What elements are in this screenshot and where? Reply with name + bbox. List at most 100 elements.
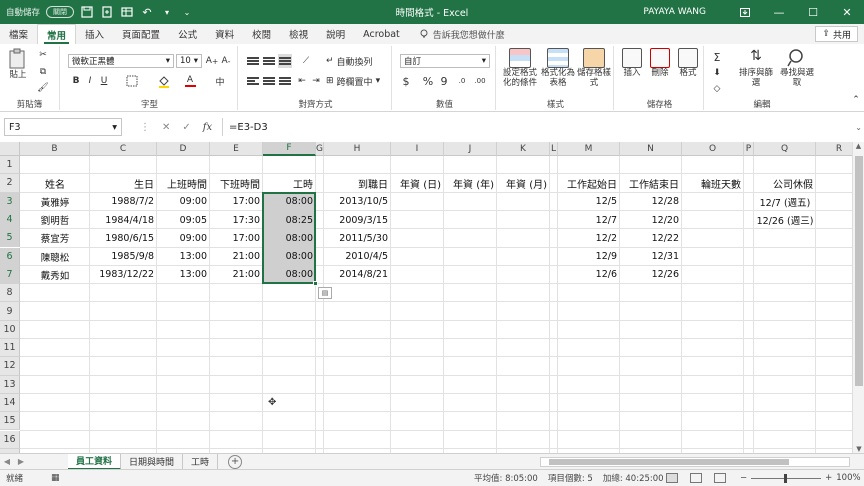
- cell-e3[interactable]: 17:00: [210, 193, 263, 211]
- find-select-button[interactable]: 尋找與選取: [778, 48, 816, 88]
- scroll-up-icon[interactable]: ▲: [853, 142, 864, 150]
- select-all-corner[interactable]: [0, 142, 20, 156]
- tab-help[interactable]: 說明: [317, 24, 354, 44]
- formula-input[interactable]: =E3-D3: [222, 118, 856, 136]
- italic-button[interactable]: I: [84, 74, 96, 88]
- paste-button[interactable]: 貼上: [6, 48, 30, 80]
- merge-center-button[interactable]: ⊞ 跨欄置中 ▾: [326, 74, 390, 88]
- zoom-in-icon[interactable]: +: [825, 473, 832, 483]
- borders-icon[interactable]: [124, 74, 140, 88]
- sheet-tab-hours[interactable]: 工時: [183, 453, 219, 470]
- header-cell-b[interactable]: 姓名: [20, 174, 90, 192]
- tab-insert[interactable]: 插入: [76, 24, 113, 44]
- cell-h5[interactable]: 2011/5/30: [324, 229, 391, 247]
- cell-m7[interactable]: 12/6: [558, 266, 620, 284]
- column-header-g[interactable]: G: [316, 142, 324, 156]
- cell-d6[interactable]: 13:00: [157, 248, 210, 266]
- row-header-10[interactable]: 10: [0, 320, 20, 339]
- expand-formula-icon[interactable]: ⌄: [855, 123, 862, 132]
- cell-m3[interactable]: 12/5: [558, 193, 620, 211]
- cell-q3[interactable]: 12/7 (週五): [754, 193, 816, 211]
- user-name[interactable]: PAYAYA WANG: [643, 7, 706, 17]
- column-header-e[interactable]: E: [210, 142, 263, 156]
- tab-review[interactable]: 校閱: [243, 24, 280, 44]
- tab-data[interactable]: 資料: [206, 24, 243, 44]
- cell-m5[interactable]: 12/2: [558, 229, 620, 247]
- page-layout-view-icon[interactable]: [690, 473, 702, 483]
- ribbon-display-icon[interactable]: [728, 0, 762, 24]
- cell-h3[interactable]: 2013/10/5: [324, 193, 391, 211]
- conditional-format-button[interactable]: 設定格式化的條件: [500, 48, 540, 88]
- customize-toolbar-icon[interactable]: ⌄: [180, 5, 194, 19]
- cell-e5[interactable]: 17:00: [210, 229, 263, 247]
- column-header-d[interactable]: D: [157, 142, 210, 156]
- align-right-icon[interactable]: [278, 74, 292, 88]
- zoom-slider[interactable]: [751, 473, 822, 483]
- delete-cells-button[interactable]: 刪除: [646, 48, 674, 78]
- cell-b6[interactable]: 陳聰松: [20, 248, 90, 266]
- worksheet-grid[interactable]: B C D E F G H I J K L M N O P Q R 1 2 3 4 5 6 7 8 9 10 11 12 13 14 15 16…: [0, 142, 864, 453]
- close-icon[interactable]: ✕: [830, 0, 864, 24]
- redo-icon[interactable]: ▾: [160, 5, 174, 19]
- share-button[interactable]: ⇪ 共用: [815, 26, 858, 42]
- next-sheet-icon[interactable]: ▶: [14, 457, 28, 466]
- column-header-f[interactable]: F: [263, 142, 316, 156]
- cell-c4[interactable]: 1984/4/18: [90, 211, 157, 229]
- vertical-scrollbar[interactable]: ▲ ▼: [852, 142, 864, 453]
- name-box[interactable]: F3 ▾: [4, 118, 122, 136]
- bold-button[interactable]: B: [70, 74, 82, 88]
- column-header-k[interactable]: K: [497, 142, 550, 156]
- zoom-knob[interactable]: [784, 473, 788, 483]
- cell-n7[interactable]: 12/26: [620, 266, 682, 284]
- row-header-1[interactable]: 1: [0, 156, 20, 175]
- tab-page-layout[interactable]: 頁面配置: [113, 24, 169, 44]
- header-cell-d[interactable]: 上班時間: [157, 174, 210, 192]
- cell-n3[interactable]: 12/28: [620, 193, 682, 211]
- column-header-n[interactable]: N: [620, 142, 682, 156]
- column-header-m[interactable]: M: [558, 142, 620, 156]
- cell-c7[interactable]: 1983/12/22: [90, 266, 157, 284]
- row-header-6[interactable]: 6: [0, 247, 20, 266]
- cell-n5[interactable]: 12/22: [620, 229, 682, 247]
- fill-handle[interactable]: [313, 281, 318, 287]
- prev-sheet-icon[interactable]: ◀: [0, 457, 14, 466]
- cell-f4[interactable]: 08:25: [263, 211, 316, 229]
- header-cell-q[interactable]: 公司休假: [754, 174, 816, 192]
- copy-icon[interactable]: ⧉: [36, 65, 50, 79]
- increase-decimal-icon[interactable]: .0: [454, 74, 470, 88]
- font-name-select[interactable]: 微軟正黑體 ▾: [68, 54, 174, 68]
- align-center-icon[interactable]: [262, 74, 276, 88]
- insert-cells-button[interactable]: 插入: [618, 48, 646, 78]
- fill-icon[interactable]: ⬇: [710, 66, 724, 80]
- row-header-7[interactable]: 7: [0, 265, 20, 285]
- zoom-out-icon[interactable]: −: [740, 473, 747, 483]
- autosum-icon[interactable]: Σ: [710, 50, 724, 64]
- tab-file[interactable]: 檔案: [0, 24, 37, 44]
- align-bottom-icon[interactable]: [278, 54, 292, 68]
- minimize-icon[interactable]: —: [762, 0, 796, 24]
- new-file-icon[interactable]: [100, 5, 114, 19]
- cell-m4[interactable]: 12/7: [558, 211, 620, 229]
- cell-d3[interactable]: 09:00: [157, 193, 210, 211]
- vertical-scroll-thumb[interactable]: [855, 156, 863, 386]
- horizontal-scrollbar[interactable]: [540, 457, 850, 467]
- normal-view-icon[interactable]: [666, 473, 678, 483]
- add-sheet-icon[interactable]: +: [228, 454, 243, 469]
- horizontal-scroll-thumb[interactable]: [549, 459, 789, 465]
- cut-icon[interactable]: ✂: [36, 48, 50, 62]
- table-icon[interactable]: [120, 5, 134, 19]
- status-average[interactable]: 平均值: 8:05:00: [474, 472, 538, 484]
- cell-e6[interactable]: 21:00: [210, 248, 263, 266]
- sheet-tab-employees[interactable]: 員工資料: [68, 453, 122, 470]
- tab-formulas[interactable]: 公式: [169, 24, 206, 44]
- header-cell-j[interactable]: 年資 (年): [444, 174, 497, 192]
- cancel-formula-icon[interactable]: ✕: [162, 122, 170, 133]
- zoom-level[interactable]: 100%: [836, 473, 860, 483]
- cell-styles-button[interactable]: 儲存格樣式: [576, 48, 612, 88]
- formula-options-icon[interactable]: ⋮: [140, 122, 150, 133]
- column-header-l[interactable]: L: [550, 142, 558, 156]
- cell-c6[interactable]: 1985/9/8: [90, 248, 157, 266]
- header-cell-k[interactable]: 年資 (月): [497, 174, 550, 192]
- cell-f5[interactable]: 08:00: [263, 229, 316, 247]
- row-header-11[interactable]: 11: [0, 339, 20, 358]
